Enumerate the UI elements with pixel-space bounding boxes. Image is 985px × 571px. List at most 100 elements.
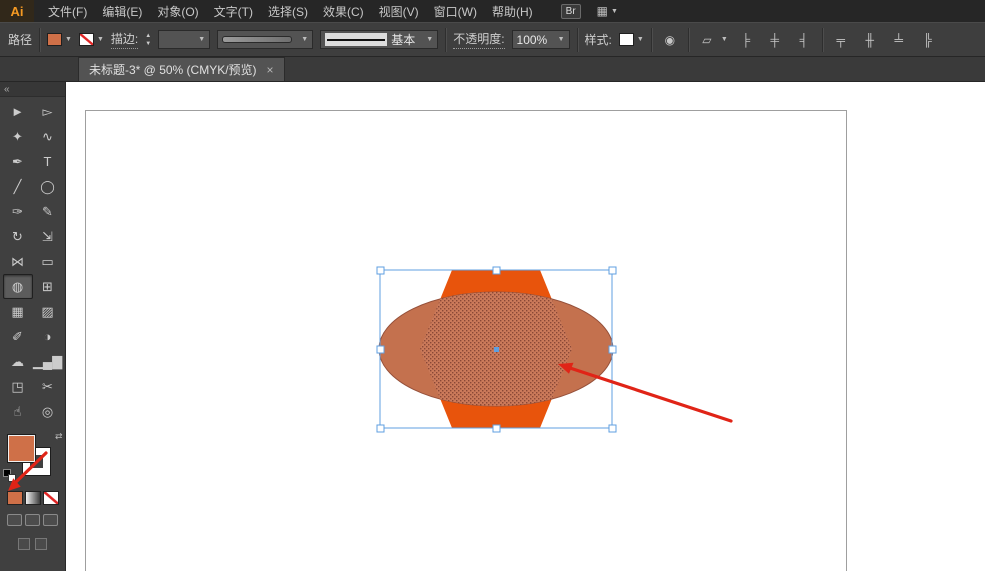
hand-tool-button[interactable]: ☝ (3, 399, 33, 424)
stroke-weight-stepper[interactable]: ▲ ▼ (145, 33, 151, 47)
ellipse-tool-button[interactable]: ◯ (33, 174, 63, 199)
chevron-down-icon: ▼ (65, 36, 72, 43)
color-mode-row (6, 491, 59, 505)
magic-wand-tool-button[interactable]: ✦ (3, 124, 33, 149)
selection-handle[interactable] (608, 266, 617, 275)
menu-window[interactable]: 窗口(W) (434, 3, 477, 20)
gradient-mode-button[interactable] (24, 491, 41, 505)
direct-selection-tool-button[interactable]: ▻ (33, 99, 63, 124)
selection-handle[interactable] (608, 424, 617, 433)
lasso-tool-button[interactable]: ∿ (33, 124, 63, 149)
align-left-button[interactable]: ╞ (735, 30, 757, 50)
chevron-down-icon: ▼ (557, 36, 565, 43)
separator (650, 27, 652, 52)
align-bottom-button[interactable]: ╧ (888, 30, 910, 50)
tools-grid: ► ▻ ✦ ∿ ✒ T ╱ ◯ ✑ ✎ ↻ ⇲ ⋈ ▭ ◍ ⊞ ▦ ▨ ✐ ◑ (2, 99, 63, 424)
blend-tool-button[interactable]: ◑ (33, 324, 63, 349)
menu-bar: Ai 文件(F) 编辑(E) 对象(O) 文字(T) 选择(S) 效果(C) 视… (0, 0, 985, 22)
fullscreen-mode-button[interactable] (43, 514, 58, 526)
selection-handle[interactable] (376, 266, 385, 275)
default-fill-stroke-icon[interactable] (2, 469, 16, 482)
tools-panel: « ► ▻ ✦ ∿ ✒ T ╱ ◯ ✑ ✎ ↻ ⇲ ⋈ ▭ ◍ ⊞ ▦ ▨ ✐ (0, 82, 66, 571)
canvas-area[interactable] (66, 82, 985, 571)
align-top-button[interactable]: ╤ (830, 30, 852, 50)
transform-icon: ▱ (702, 32, 712, 47)
menu-select[interactable]: 选择(S) (268, 3, 308, 20)
collapse-panel-button[interactable]: « (0, 82, 65, 97)
recolor-artwork-icon[interactable]: ◉ (659, 30, 681, 50)
menu-help[interactable]: 帮助(H) (492, 3, 533, 20)
separator (576, 27, 578, 52)
document-tab-title: 未标题-3* @ 50% (CMYK/预览) (89, 63, 257, 77)
align-middle-button[interactable]: ╫ (859, 30, 881, 50)
menu-items: 文件(F) 编辑(E) 对象(O) 文字(T) 选择(S) 效果(C) 视图(V… (48, 3, 533, 20)
footer-icon-left[interactable] (18, 538, 30, 550)
stroke-weight-label[interactable]: 描边: (110, 30, 139, 49)
fill-color-dropdown[interactable]: ▼ (47, 33, 72, 46)
width-profile-preview (222, 36, 293, 43)
workspace-switcher[interactable]: ▦ ▼ (597, 4, 618, 18)
none-mode-button[interactable] (42, 491, 59, 505)
fullscreen-menu-mode-button[interactable] (25, 514, 40, 526)
width-profile-select[interactable]: ▼ (217, 30, 314, 49)
opacity-value: 100% (516, 32, 548, 47)
paintbrush-tool-button[interactable]: ✑ (3, 199, 33, 224)
stroke-color-dropdown[interactable]: ▼ (78, 33, 104, 46)
workspace-grid-icon: ▦ (596, 4, 608, 18)
opacity-label[interactable]: 不透明度: (453, 30, 505, 49)
free-transform-tool-button[interactable]: ▭ (33, 249, 63, 274)
slice-tool-button[interactable]: ✂ (33, 374, 63, 399)
menu-type[interactable]: 文字(T) (214, 3, 253, 20)
stroke-none-swatch (78, 33, 94, 46)
align-right-button[interactable]: ╡ (793, 30, 815, 50)
align-center-button[interactable]: ╪ (764, 30, 786, 50)
color-mode-button[interactable] (6, 491, 23, 505)
scale-tool-button[interactable]: ⇲ (33, 224, 63, 249)
eyedropper-tool-button[interactable]: ✐ (3, 324, 33, 349)
brush-definition-select[interactable]: 基本 ▼ (320, 30, 439, 49)
chevron-down-icon: ▼ (636, 36, 644, 43)
column-graph-tool-button[interactable]: ▁▄▇ (33, 349, 63, 374)
normal-screen-mode-button[interactable] (7, 514, 22, 526)
stroke-weight-select[interactable]: ▼ (158, 30, 211, 49)
pencil-tool-button[interactable]: ✎ (33, 199, 63, 224)
perspective-grid-tool-button[interactable]: ⊞ (33, 274, 63, 299)
menu-view[interactable]: 视图(V) (379, 3, 419, 20)
menu-effect[interactable]: 效果(C) (323, 3, 364, 20)
menu-object[interactable]: 对象(O) (157, 3, 198, 20)
document-tab[interactable]: 未标题-3* @ 50% (CMYK/预览) × (78, 57, 285, 81)
type-tool-button[interactable]: T (33, 149, 63, 174)
shape-builder-tool-button[interactable]: ◍ (2, 274, 33, 299)
width-tool-button[interactable]: ⋈ (3, 249, 33, 274)
tab-close-button[interactable]: × (267, 63, 274, 77)
mesh-tool-button[interactable]: ▦ (3, 299, 33, 324)
selection-handle[interactable] (492, 424, 501, 433)
chevron-down-icon: ▼ (611, 7, 618, 15)
selection-handle[interactable] (492, 266, 501, 275)
line-segment-tool-button[interactable]: ╱ (3, 174, 33, 199)
graphic-style-dropdown[interactable]: ▼ (618, 33, 644, 46)
fill-swatch[interactable] (6, 434, 36, 463)
artboard-tool-button[interactable]: ◳ (3, 374, 33, 399)
zoom-tool-button[interactable]: ◎ (33, 399, 63, 424)
rotate-tool-button[interactable]: ↻ (3, 224, 33, 249)
footer-icon-right[interactable] (35, 538, 47, 550)
pen-tool-button[interactable]: ✒ (3, 149, 33, 174)
menu-file[interactable]: 文件(F) (48, 3, 87, 20)
selection-tool-button[interactable]: ► (3, 99, 33, 124)
stepper-up-icon[interactable]: ▲ (145, 33, 151, 39)
menu-edit[interactable]: 编辑(E) (102, 3, 142, 20)
selection-handle[interactable] (376, 345, 385, 354)
bridge-button[interactable]: Br (560, 3, 581, 19)
swap-fill-stroke-icon[interactable]: ⇄ (55, 431, 63, 442)
document-tab-bar: 未标题-3* @ 50% (CMYK/预览) × (0, 57, 985, 82)
selection-handle[interactable] (376, 424, 385, 433)
symbol-sprayer-tool-button[interactable]: ☁ (3, 349, 33, 374)
distribute-button[interactable]: ╠ (917, 30, 939, 50)
gradient-tool-button[interactable]: ▨ (33, 299, 63, 324)
selection-handle[interactable] (608, 345, 617, 354)
stepper-down-icon[interactable]: ▼ (145, 41, 151, 47)
separator (821, 27, 823, 52)
transform-dropdown[interactable]: ▱ ▼ (696, 30, 728, 50)
opacity-select[interactable]: 100% ▼ (511, 30, 570, 49)
